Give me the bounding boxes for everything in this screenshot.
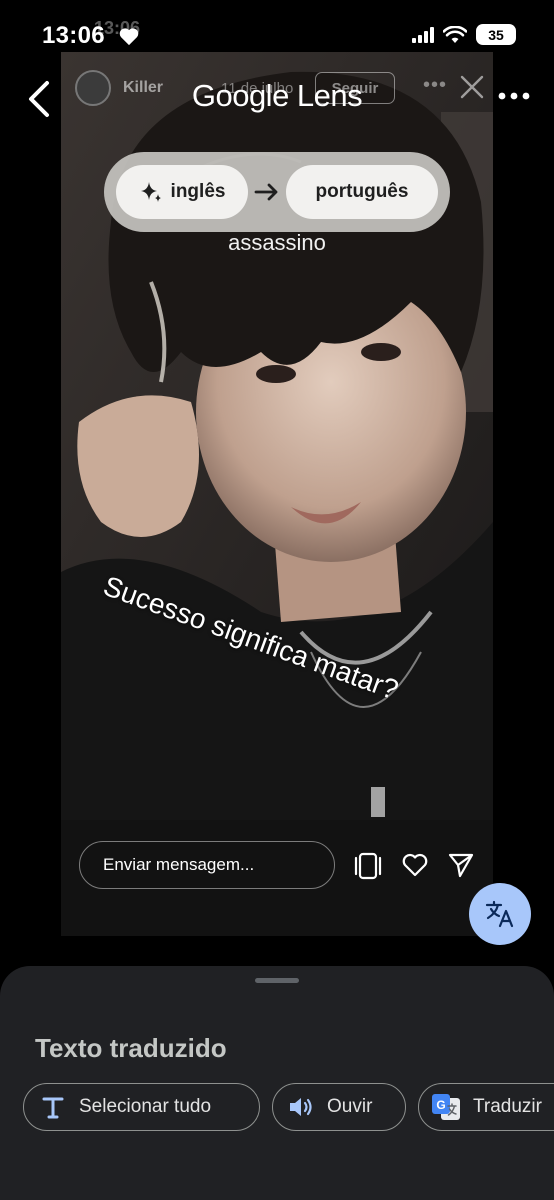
speaker-icon [290,1098,312,1116]
select-all-label: Selecionar tudo [79,1096,212,1117]
translate-icon [485,900,514,928]
open-translate-button[interactable]: G Traduzir [418,1083,554,1131]
select-all-button[interactable]: Selecionar tudo [23,1083,260,1131]
sheet-title: Texto traduzido [35,1033,227,1063]
source-language-button[interactable]: inglês [116,165,248,219]
google-translate-icon: G [432,1094,460,1120]
text-select-icon [42,1097,64,1119]
arrow-right-icon [254,183,278,201]
heart-icon[interactable] [401,852,429,878]
heart-status-icon [119,28,139,46]
translate-fab-button[interactable] [469,883,531,945]
listen-button[interactable]: Ouvir [272,1083,406,1131]
status-time: 13:06 [42,22,105,49]
signal-icon [412,26,434,43]
listen-label: Ouvir [327,1096,373,1117]
wifi-icon [443,25,467,43]
sparkle-icon [140,182,161,202]
share-frames-icon[interactable] [353,852,383,880]
target-language-button[interactable]: português [286,165,438,219]
send-message-input[interactable]: Enviar mensagem... [79,841,335,889]
send-icon[interactable] [447,852,475,878]
status-indicators: 35 [412,24,516,45]
translated-text[interactable]: assassino [0,230,554,256]
battery-indicator: 35 [476,24,516,45]
more-vert-icon[interactable] [497,84,531,108]
source-language-label: inglês [170,181,226,202]
translate-label: Traduzir [473,1096,542,1117]
translated-text-sheet: Texto traduzido Selecionar tudo Ouvir G … [0,966,554,1200]
target-language-label: português [315,181,409,202]
lens-title: Google Lens [191,78,363,113]
language-selector: inglês português [104,152,450,232]
drag-handle[interactable] [255,978,299,983]
svg-text:G: G [436,1098,445,1112]
